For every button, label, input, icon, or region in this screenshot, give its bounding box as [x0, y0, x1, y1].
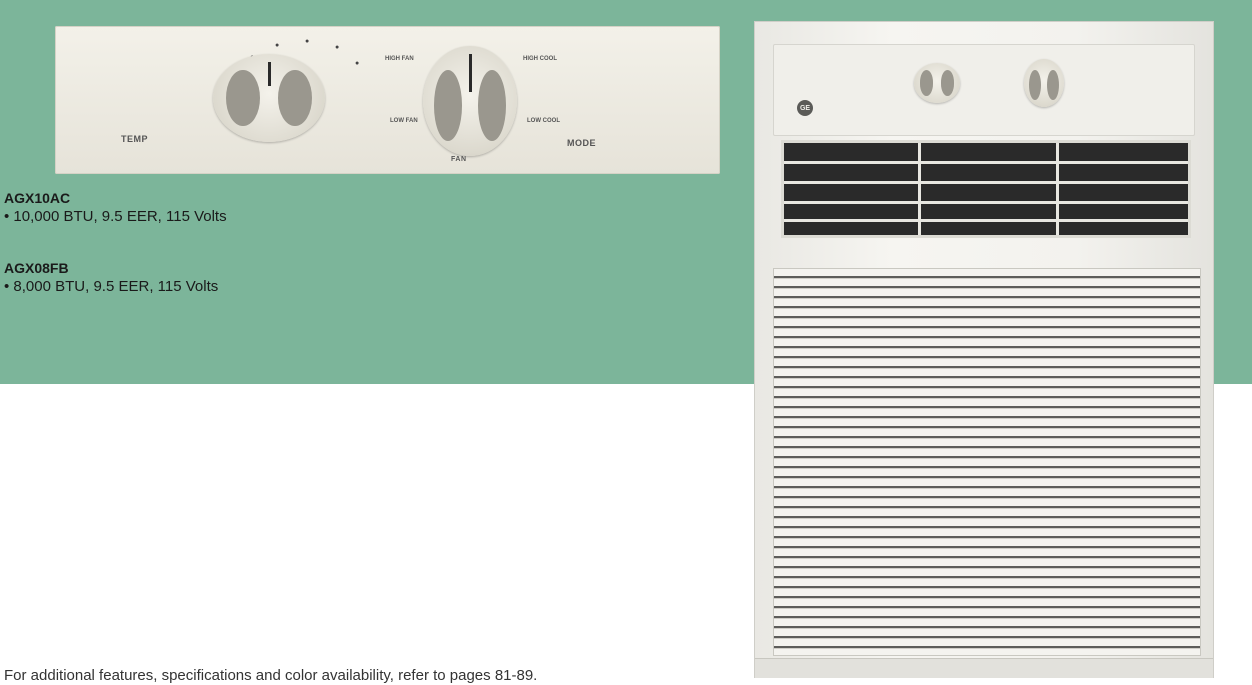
- ac-temp-dial: [914, 63, 960, 103]
- dial-tick: ●: [275, 42, 280, 49]
- temp-label: TEMP: [121, 134, 149, 144]
- footnote: For additional features, specifications …: [4, 667, 538, 684]
- model-spec: • 8,000 BTU, 9.5 EER, 115 Volts: [4, 278, 219, 295]
- high-cool-label: HIGH COOL: [523, 56, 557, 62]
- ge-logo-icon: GE: [797, 100, 813, 116]
- temp-dial[interactable]: [213, 54, 325, 142]
- ac-front-grille: [773, 268, 1201, 656]
- model-item: AGX08FB • 8,000 BTU, 9.5 EER, 115 Volts: [4, 259, 218, 296]
- fan-label: FAN: [451, 156, 467, 163]
- ac-base: [755, 658, 1213, 678]
- mode-label: MODE: [567, 138, 596, 148]
- model-name: AGX10AC: [4, 190, 71, 206]
- low-cool-label: LOW COOL: [527, 118, 560, 124]
- dial-tick: ●: [305, 38, 310, 45]
- ac-air-vent: [781, 140, 1191, 238]
- model-spec: • 10,000 BTU, 9.5 EER, 115 Volts: [4, 208, 227, 225]
- dial-tick: ●: [335, 44, 340, 51]
- ac-control-strip: [773, 44, 1195, 136]
- mode-dial[interactable]: [423, 46, 517, 156]
- control-panel-image: ● ● ● ● ● TEMP HIGH FAN HIGH COOL LOW FA…: [55, 26, 720, 174]
- model-item: AGX10AC • 10,000 BTU, 9.5 EER, 115 Volts: [4, 189, 227, 226]
- model-name: AGX08FB: [4, 260, 69, 276]
- high-fan-label: HIGH FAN: [385, 56, 414, 62]
- dial-tick: ●: [355, 60, 360, 67]
- ac-mode-dial: [1024, 59, 1064, 107]
- low-fan-label: LOW FAN: [390, 118, 418, 124]
- air-conditioner-image: GE: [755, 22, 1213, 678]
